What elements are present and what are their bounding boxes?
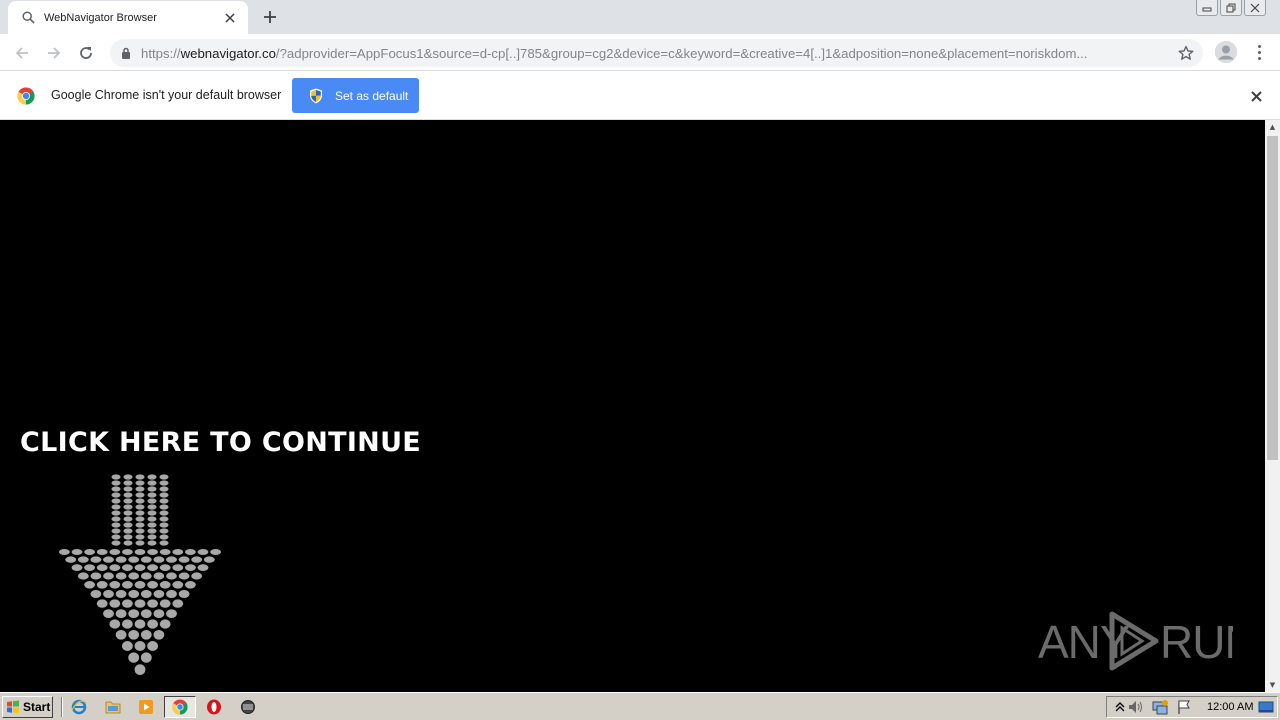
url-text: https://webnavigator.co/?adprovider=AppF… [141, 45, 1088, 61]
windows-taskbar: Start 12:00 AM [0, 692, 1280, 720]
window-close-button[interactable] [1244, 0, 1266, 16]
start-label: Start [23, 700, 51, 714]
svg-text:ANY: ANY [1038, 616, 1130, 668]
page-content: CLICK HERE TO CONTINUE ANY RUN [0, 120, 1265, 692]
default-browser-infobar: Google Chrome isn't your default browser… [0, 71, 1280, 120]
kebab-menu-icon[interactable] [1249, 41, 1269, 63]
restore-button[interactable] [1220, 0, 1242, 16]
taskbar-clock[interactable]: 12:00 AM [1207, 701, 1253, 713]
reload-icon[interactable] [74, 41, 98, 65]
lock-icon[interactable] [120, 47, 132, 59]
infobar-close-icon[interactable] [1246, 86, 1266, 106]
window-controls [1196, 0, 1266, 16]
screen: WebNavigator Browser https://webnavigato… [0, 0, 1280, 720]
scroll-up-arrow-icon[interactable]: ▲ [1265, 120, 1280, 134]
close-icon[interactable] [222, 10, 238, 26]
internet-explorer-icon[interactable] [70, 698, 88, 716]
profile-icon[interactable] [1215, 41, 1237, 63]
set-as-default-button[interactable]: Set as default [292, 78, 419, 113]
action-center-flag-icon[interactable] [1175, 698, 1193, 716]
scrollbar-thumb[interactable] [1267, 136, 1278, 460]
minimize-button[interactable] [1196, 0, 1218, 16]
svg-text:RUN: RUN [1160, 616, 1233, 668]
anyrun-watermark-logo: ANY RUN [1038, 611, 1233, 671]
chrome-logo-icon [17, 87, 35, 105]
search-icon [21, 11, 35, 25]
windows-flag-icon [7, 700, 19, 714]
opera-icon[interactable] [205, 698, 223, 716]
tab-webnavigator[interactable]: WebNavigator Browser [8, 1, 248, 34]
down-arrow-icon[interactable] [55, 472, 225, 677]
click-here-to-continue-link[interactable]: CLICK HERE TO CONTINUE [20, 427, 421, 458]
star-icon[interactable] [1177, 44, 1195, 62]
back-arrow-icon[interactable] [10, 41, 34, 65]
tab-strip: WebNavigator Browser [0, 0, 1280, 34]
media-player-icon[interactable] [137, 698, 155, 716]
vertical-scrollbar[interactable]: ▲ ▼ [1265, 120, 1280, 692]
forward-arrow-icon[interactable] [42, 41, 66, 65]
show-desktop-icon[interactable] [1257, 698, 1275, 716]
scroll-down-arrow-icon[interactable]: ▼ [1265, 678, 1280, 692]
infobar-message: Google Chrome isn't your default browser [51, 88, 282, 102]
system-tray: 12:00 AM [1106, 696, 1278, 718]
network-icon[interactable] [1151, 698, 1169, 716]
generic-app-icon[interactable] [239, 698, 257, 716]
address-bar[interactable]: https://webnavigator.co/?adprovider=AppF… [110, 39, 1203, 67]
start-button[interactable]: Start [2, 696, 53, 718]
volume-icon[interactable] [1127, 698, 1145, 716]
browser-toolbar: https://webnavigator.co/?adprovider=AppF… [0, 34, 1280, 71]
tab-title: WebNavigator Browser [44, 11, 157, 24]
set-as-default-label: Set as default [335, 88, 409, 103]
uac-shield-icon [310, 88, 322, 103]
chrome-icon[interactable] [171, 698, 189, 716]
quicklaunch-separator [61, 697, 63, 717]
folder-icon[interactable] [104, 698, 122, 716]
new-tab-button[interactable] [259, 6, 281, 28]
